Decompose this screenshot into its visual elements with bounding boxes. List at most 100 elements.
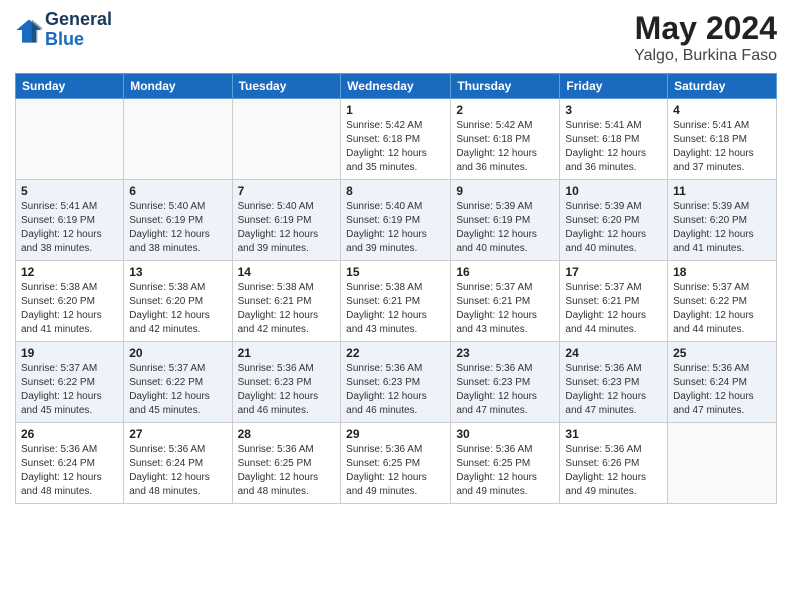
month-title: May 2024 xyxy=(634,10,777,47)
day-number: 30 xyxy=(456,427,554,441)
day-number: 23 xyxy=(456,346,554,360)
logo-line2: Blue xyxy=(45,29,84,49)
day-number: 31 xyxy=(565,427,662,441)
day-info: Sunrise: 5:39 AM Sunset: 6:20 PM Dayligh… xyxy=(565,200,662,256)
header-sunday: Sunday xyxy=(16,74,124,99)
day-info: Sunrise: 5:41 AM Sunset: 6:18 PM Dayligh… xyxy=(565,119,662,175)
day-info: Sunrise: 5:38 AM Sunset: 6:21 PM Dayligh… xyxy=(346,281,445,337)
calendar-cell-w5-d2: 27 Sunrise: 5:36 AM Sunset: 6:24 PM Dayli… xyxy=(124,423,232,504)
day-info: Sunrise: 5:38 AM Sunset: 6:20 PM Dayligh… xyxy=(21,281,118,337)
calendar-cell-w2-d3: 7 Sunrise: 5:40 AM Sunset: 6:19 PM Daylig… xyxy=(232,180,341,261)
calendar-cell-w5-d7 xyxy=(668,423,777,504)
week-row-5: 26 Sunrise: 5:36 AM Sunset: 6:24 PM Dayli… xyxy=(16,423,777,504)
calendar-cell-w2-d1: 5Sunrise: 5:41 AM Sunset: 6:19 PM Daylig… xyxy=(16,180,124,261)
day-number: 17 xyxy=(565,265,662,279)
day-number: 15 xyxy=(346,265,445,279)
calendar-cell-w3-d7: 18Sunrise: 5:37 AM Sunset: 6:22 PM Dayli… xyxy=(668,261,777,342)
day-number: 26 xyxy=(21,427,118,441)
logo-icon xyxy=(15,16,43,44)
day-info: Sunrise: 5:40 AM Sunset: 6:19 PM Dayligh… xyxy=(238,200,336,256)
calendar-cell-w4-d7: 25Sunrise: 5:36 AM Sunset: 6:24 PM Dayli… xyxy=(668,342,777,423)
day-info: Sunrise: 5:36 AM Sunset: 6:23 PM Dayligh… xyxy=(456,362,554,418)
header-friday: Friday xyxy=(560,74,668,99)
day-info: Sunrise: 5:37 AM Sunset: 6:22 PM Dayligh… xyxy=(673,281,771,337)
day-info: Sunrise: 5:39 AM Sunset: 6:20 PM Dayligh… xyxy=(673,200,771,256)
day-info: Sunrise: 5:38 AM Sunset: 6:21 PM Dayligh… xyxy=(238,281,336,337)
calendar-cell-w1-d7: 4 Sunrise: 5:41 AM Sunset: 6:18 PM Daylig… xyxy=(668,99,777,180)
week-row-3: 12Sunrise: 5:38 AM Sunset: 6:20 PM Dayli… xyxy=(16,261,777,342)
calendar-cell-w5-d1: 26 Sunrise: 5:36 AM Sunset: 6:24 PM Dayli… xyxy=(16,423,124,504)
calendar-cell-w1-d6: 3 Sunrise: 5:41 AM Sunset: 6:18 PM Daylig… xyxy=(560,99,668,180)
calendar-cell-w1-d5: 2 Sunrise: 5:42 AM Sunset: 6:18 PM Daylig… xyxy=(451,99,560,180)
day-info: Sunrise: 5:38 AM Sunset: 6:20 PM Dayligh… xyxy=(129,281,226,337)
calendar-cell-w2-d6: 10 Sunrise: 5:39 AM Sunset: 6:20 PM Dayli… xyxy=(560,180,668,261)
logo: General Blue xyxy=(15,10,112,50)
week-row-2: 5Sunrise: 5:41 AM Sunset: 6:19 PM Daylig… xyxy=(16,180,777,261)
header: General Blue May 2024 Yalgo, Burkina Fas… xyxy=(15,10,777,65)
day-info: Sunrise: 5:42 AM Sunset: 6:18 PM Dayligh… xyxy=(346,119,445,175)
calendar-cell-w2-d5: 9 Sunrise: 5:39 AM Sunset: 6:19 PM Daylig… xyxy=(451,180,560,261)
day-number: 16 xyxy=(456,265,554,279)
day-number: 3 xyxy=(565,103,662,117)
day-info: Sunrise: 5:41 AM Sunset: 6:18 PM Dayligh… xyxy=(673,119,771,175)
day-number: 22 xyxy=(346,346,445,360)
header-monday: Monday xyxy=(124,74,232,99)
page: General Blue May 2024 Yalgo, Burkina Fas… xyxy=(0,0,792,612)
calendar-cell-w4-d4: 22 Sunrise: 5:36 AM Sunset: 6:23 PM Dayli… xyxy=(341,342,451,423)
calendar-cell-w1-d2 xyxy=(124,99,232,180)
calendar-cell-w3-d2: 13 Sunrise: 5:38 AM Sunset: 6:20 PM Dayli… xyxy=(124,261,232,342)
day-number: 13 xyxy=(129,265,226,279)
calendar-cell-w4-d5: 23 Sunrise: 5:36 AM Sunset: 6:23 PM Dayli… xyxy=(451,342,560,423)
calendar-cell-w4-d6: 24Sunrise: 5:36 AM Sunset: 6:23 PM Dayli… xyxy=(560,342,668,423)
location-title: Yalgo, Burkina Faso xyxy=(634,47,777,65)
day-info: Sunrise: 5:36 AM Sunset: 6:25 PM Dayligh… xyxy=(456,443,554,499)
calendar-cell-w3-d5: 16 Sunrise: 5:37 AM Sunset: 6:21 PM Dayli… xyxy=(451,261,560,342)
day-number: 1 xyxy=(346,103,445,117)
calendar-cell-w3-d4: 15 Sunrise: 5:38 AM Sunset: 6:21 PM Dayli… xyxy=(341,261,451,342)
week-row-4: 19Sunrise: 5:37 AM Sunset: 6:22 PM Dayli… xyxy=(16,342,777,423)
day-number: 7 xyxy=(238,184,336,198)
header-wednesday: Wednesday xyxy=(341,74,451,99)
calendar-cell-w2-d4: 8Sunrise: 5:40 AM Sunset: 6:19 PM Daylig… xyxy=(341,180,451,261)
title-section: May 2024 Yalgo, Burkina Faso xyxy=(634,10,777,65)
calendar-cell-w3-d3: 14 Sunrise: 5:38 AM Sunset: 6:21 PM Dayli… xyxy=(232,261,341,342)
header-thursday: Thursday xyxy=(451,74,560,99)
day-number: 29 xyxy=(346,427,445,441)
day-info: Sunrise: 5:36 AM Sunset: 6:25 PM Dayligh… xyxy=(238,443,336,499)
day-number: 27 xyxy=(129,427,226,441)
day-number: 11 xyxy=(673,184,771,198)
day-info: Sunrise: 5:37 AM Sunset: 6:21 PM Dayligh… xyxy=(456,281,554,337)
day-info: Sunrise: 5:37 AM Sunset: 6:21 PM Dayligh… xyxy=(565,281,662,337)
week-row-1: 1 Sunrise: 5:42 AM Sunset: 6:18 PM Daylig… xyxy=(16,99,777,180)
day-info: Sunrise: 5:42 AM Sunset: 6:18 PM Dayligh… xyxy=(456,119,554,175)
day-number: 2 xyxy=(456,103,554,117)
day-info: Sunrise: 5:37 AM Sunset: 6:22 PM Dayligh… xyxy=(21,362,118,418)
calendar-cell-w2-d2: 6Sunrise: 5:40 AM Sunset: 6:19 PM Daylig… xyxy=(124,180,232,261)
day-number: 9 xyxy=(456,184,554,198)
calendar-cell-w4-d3: 21Sunrise: 5:36 AM Sunset: 6:23 PM Dayli… xyxy=(232,342,341,423)
day-info: Sunrise: 5:36 AM Sunset: 6:23 PM Dayligh… xyxy=(346,362,445,418)
day-number: 14 xyxy=(238,265,336,279)
day-info: Sunrise: 5:36 AM Sunset: 6:24 PM Dayligh… xyxy=(129,443,226,499)
calendar-cell-w2-d7: 11 Sunrise: 5:39 AM Sunset: 6:20 PM Dayli… xyxy=(668,180,777,261)
logo-line1: General xyxy=(45,9,112,29)
day-number: 20 xyxy=(129,346,226,360)
weekday-header-row: Sunday Monday Tuesday Wednesday Thursday… xyxy=(16,74,777,99)
day-number: 4 xyxy=(673,103,771,117)
day-number: 5 xyxy=(21,184,118,198)
header-saturday: Saturday xyxy=(668,74,777,99)
calendar-cell-w5-d3: 28Sunrise: 5:36 AM Sunset: 6:25 PM Dayli… xyxy=(232,423,341,504)
calendar-cell-w1-d1 xyxy=(16,99,124,180)
calendar-cell-w1-d4: 1 Sunrise: 5:42 AM Sunset: 6:18 PM Daylig… xyxy=(341,99,451,180)
calendar-cell-w5-d5: 30 Sunrise: 5:36 AM Sunset: 6:25 PM Dayli… xyxy=(451,423,560,504)
header-tuesday: Tuesday xyxy=(232,74,341,99)
day-number: 8 xyxy=(346,184,445,198)
calendar-cell-w4-d1: 19Sunrise: 5:37 AM Sunset: 6:22 PM Dayli… xyxy=(16,342,124,423)
day-info: Sunrise: 5:36 AM Sunset: 6:24 PM Dayligh… xyxy=(21,443,118,499)
day-number: 24 xyxy=(565,346,662,360)
day-info: Sunrise: 5:39 AM Sunset: 6:19 PM Dayligh… xyxy=(456,200,554,256)
calendar-cell-w1-d3 xyxy=(232,99,341,180)
logo-text: General Blue xyxy=(45,10,112,50)
day-number: 10 xyxy=(565,184,662,198)
calendar-cell-w4-d2: 20Sunrise: 5:37 AM Sunset: 6:22 PM Dayli… xyxy=(124,342,232,423)
